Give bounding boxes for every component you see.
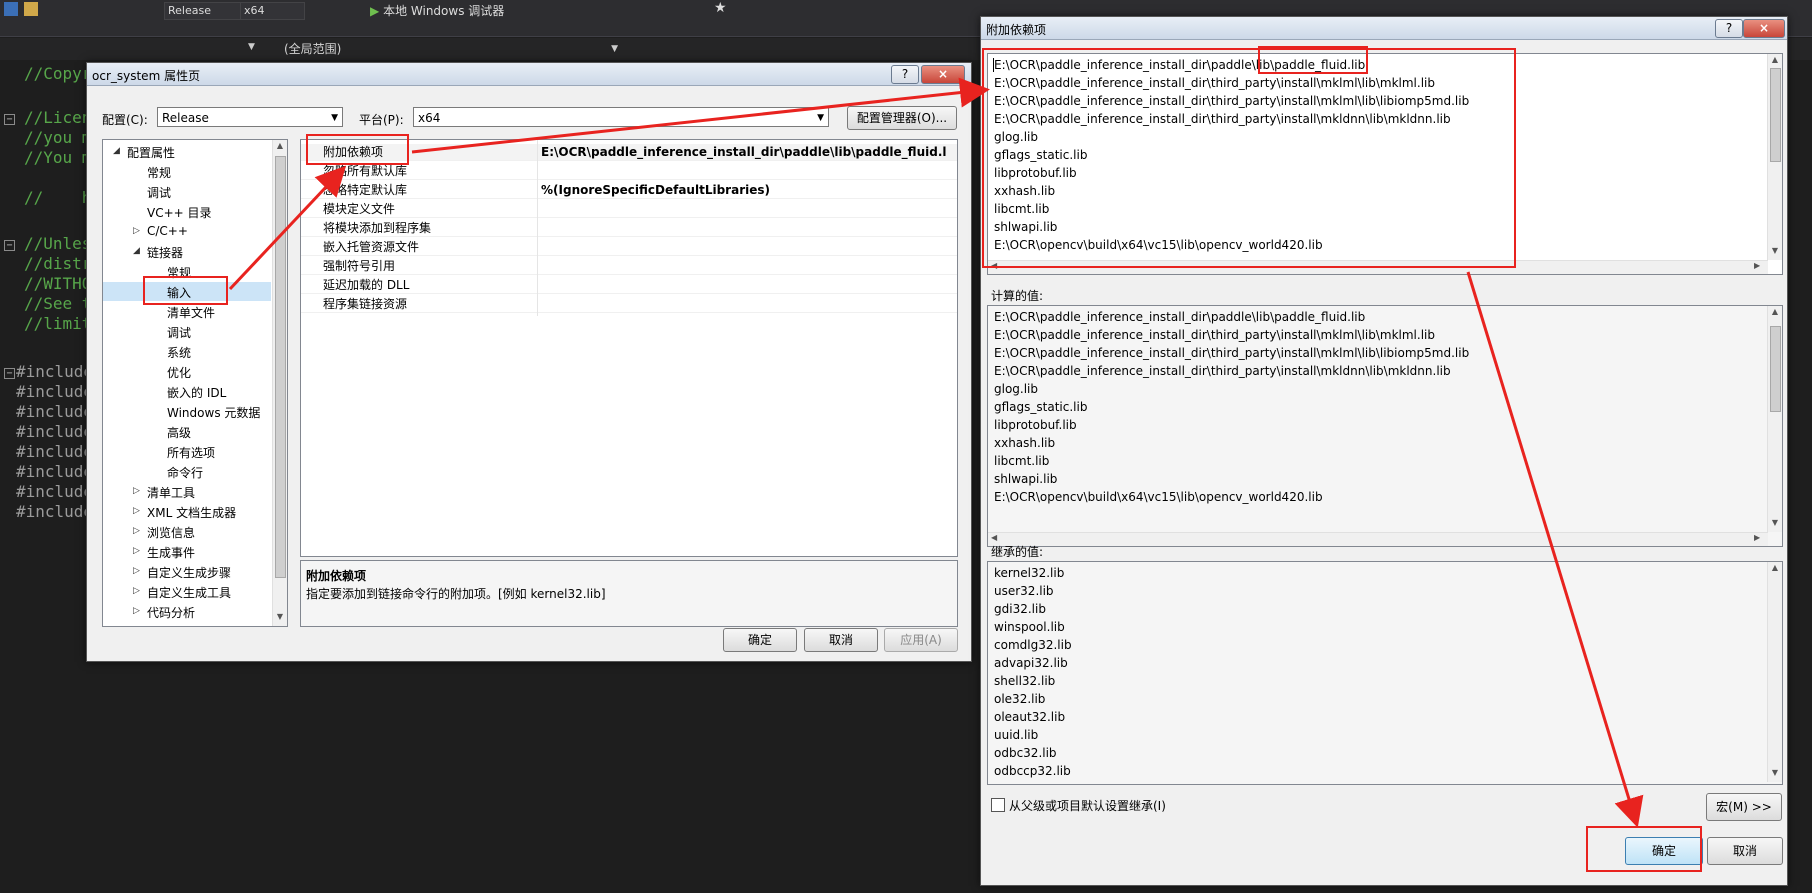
annotation-arrows [228, 77, 1644, 828]
arrow-additional-deps-to-dialog [411, 77, 990, 154]
arrow-edit-area-to-ok [1466, 271, 1644, 828]
arrow-input-to-additional-deps [228, 165, 347, 291]
